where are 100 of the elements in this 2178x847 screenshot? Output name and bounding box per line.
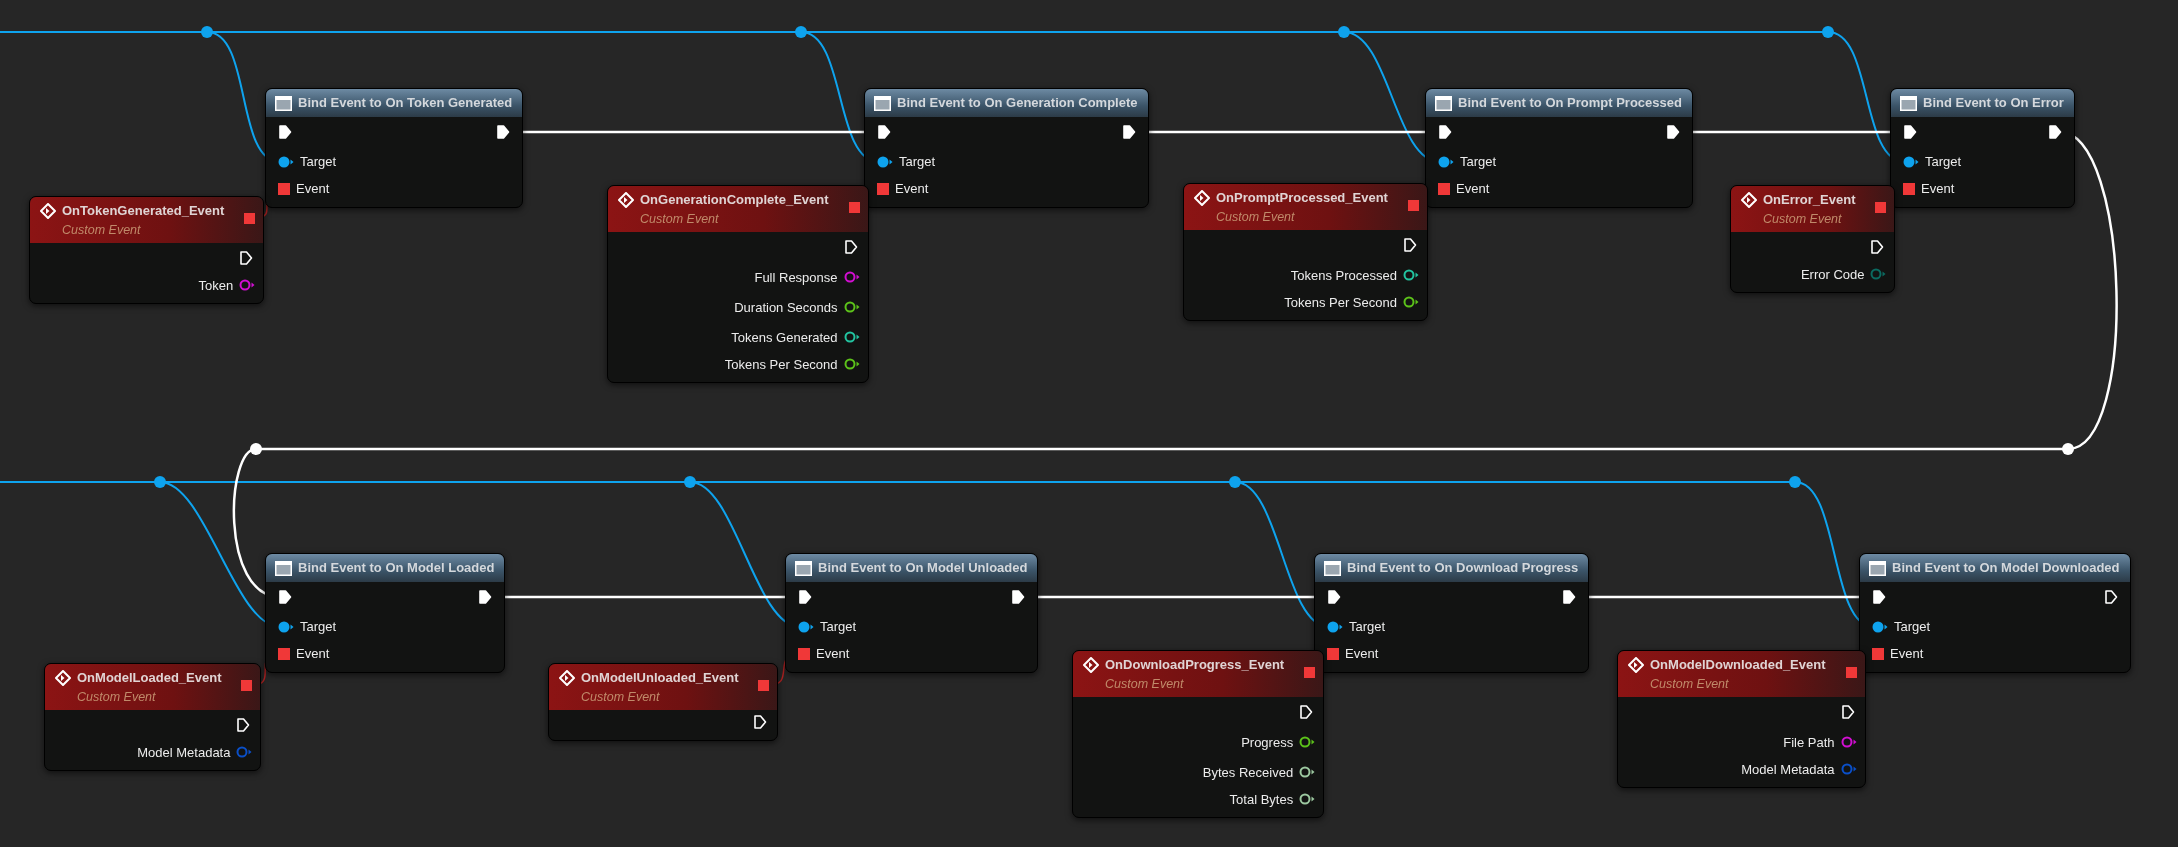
delegate-pin-icon[interactable] [244, 213, 256, 224]
event-icon [559, 670, 575, 686]
node-title: Bind Event to On Download Progress [1347, 559, 1579, 578]
pin-label: Token [198, 276, 234, 295]
event-icon [55, 670, 71, 686]
reroute-node[interactable] [1822, 26, 1834, 38]
event-icon [40, 203, 56, 219]
node-title: Bind Event to On Model Downloaded [1892, 559, 2120, 578]
event-icon [1083, 657, 1099, 673]
window-icon [275, 95, 292, 111]
pin-label: Duration Seconds [734, 298, 838, 317]
pin-label: Target [1460, 153, 1497, 172]
delegate-pin-icon[interactable] [241, 680, 253, 691]
exec-pin-icon[interactable] [1665, 124, 1680, 140]
output-pin-icon[interactable] [1402, 268, 1419, 283]
reroute-node[interactable] [154, 476, 166, 488]
node-subtitle: Custom Event [581, 688, 661, 706]
node-subtitle: Custom Event [1105, 675, 1185, 693]
exec-pin-icon[interactable] [877, 124, 891, 140]
target-pin-icon[interactable] [278, 620, 294, 634]
exec-pin-icon[interactable] [1438, 124, 1452, 140]
event-icon [618, 192, 634, 208]
pin-label: Bytes Received [1202, 763, 1294, 782]
node-title: Bind Event to On Model Loaded [298, 559, 495, 578]
exec-pin-icon[interactable] [1872, 589, 1886, 605]
exec-pin-icon[interactable] [843, 239, 858, 256]
exec-pin-icon[interactable] [1870, 239, 1885, 256]
reroute-node[interactable] [250, 443, 262, 455]
exec-pin-icon[interactable] [1121, 124, 1136, 140]
node-title: OnPromptProcessed_Event [1216, 189, 1388, 207]
exec-pin-icon[interactable] [278, 124, 292, 140]
exec-pin-icon[interactable] [1011, 589, 1026, 605]
exec-pin-icon[interactable] [1299, 704, 1314, 721]
window-icon [1435, 95, 1452, 111]
node-title: OnModelDownloaded_Event [1650, 656, 1826, 674]
exec-pin-icon[interactable] [1840, 704, 1855, 721]
node-title: OnModelLoaded_Event [77, 669, 222, 687]
exec-pin-icon[interactable] [1903, 124, 1917, 140]
target-pin-icon[interactable] [278, 155, 294, 169]
exec-pin-icon[interactable] [2047, 124, 2062, 140]
exec-pin-icon[interactable] [753, 714, 768, 731]
target-pin-icon[interactable] [1872, 620, 1888, 634]
pin-label: Tokens Generated [731, 328, 838, 347]
reroute-node[interactable] [1789, 476, 1801, 488]
exec-pin-icon[interactable] [1327, 589, 1341, 605]
pin-label: Event [296, 645, 330, 664]
reroute-node[interactable] [2062, 443, 2074, 455]
pin-label: Model Metadata [1741, 760, 1835, 779]
exec-pin-icon[interactable] [1562, 589, 1577, 605]
pin-label: File Path [1783, 733, 1835, 752]
window-icon [275, 560, 292, 576]
output-pin-icon[interactable] [843, 357, 860, 372]
pin-label: Target [300, 618, 337, 637]
output-pin-icon[interactable] [843, 300, 860, 315]
exec-pin-icon[interactable] [798, 589, 812, 605]
exec-pin-icon[interactable] [1402, 237, 1417, 254]
exec-pin-icon[interactable] [236, 717, 251, 734]
target-pin-icon[interactable] [798, 620, 814, 634]
delegate-pin-icon[interactable] [1304, 667, 1316, 678]
output-pin-icon[interactable] [1840, 735, 1857, 750]
pin-label: Progress [1241, 733, 1294, 752]
event-icon [1741, 192, 1757, 208]
window-icon [1324, 560, 1341, 576]
reroute-node[interactable] [201, 26, 213, 38]
output-pin-icon[interactable] [843, 270, 860, 285]
exec-pin-icon[interactable] [278, 589, 292, 605]
output-pin-icon[interactable] [843, 330, 860, 345]
target-pin-icon[interactable] [1903, 155, 1919, 169]
pin-label: Model Metadata [137, 743, 231, 762]
output-pin-icon[interactable] [1299, 792, 1316, 807]
pin-label: Event [895, 180, 929, 199]
reroute-node[interactable] [1338, 26, 1350, 38]
node-title: OnDownloadProgress_Event [1105, 656, 1285, 674]
reroute-node[interactable] [684, 476, 696, 488]
reroute-node[interactable] [1229, 476, 1241, 488]
pin-label: Target [300, 153, 337, 172]
exec-pin-icon[interactable] [496, 124, 511, 140]
delegate-pin-icon[interactable] [848, 202, 860, 213]
delegate-pin-icon[interactable] [758, 680, 770, 691]
exec-pin-icon[interactable] [478, 589, 493, 605]
delegate-pin-icon[interactable] [1845, 667, 1857, 678]
target-pin-icon[interactable] [1327, 620, 1343, 634]
node-subtitle: Custom Event [1763, 210, 1843, 228]
event-icon [1628, 657, 1644, 673]
pin-label: Tokens Processed [1290, 266, 1397, 285]
exec-pin-icon[interactable] [239, 250, 254, 267]
output-pin-icon[interactable] [1299, 735, 1316, 750]
pin-label: Event [816, 645, 850, 664]
target-pin-icon[interactable] [1438, 155, 1454, 169]
pin-label: Full Response [754, 268, 838, 287]
pin-label: Event [1921, 180, 1955, 199]
pin-label: Target [1894, 618, 1931, 637]
exec-pin-icon[interactable] [2103, 589, 2118, 605]
output-pin-icon[interactable] [1299, 765, 1316, 780]
output-pin-icon[interactable] [1402, 295, 1419, 310]
target-pin-icon[interactable] [877, 155, 893, 169]
output-pin-icon[interactable] [239, 278, 256, 293]
delegate-pin-icon[interactable] [1875, 202, 1887, 213]
delegate-pin-icon[interactable] [1407, 200, 1419, 211]
reroute-node[interactable] [795, 26, 807, 38]
